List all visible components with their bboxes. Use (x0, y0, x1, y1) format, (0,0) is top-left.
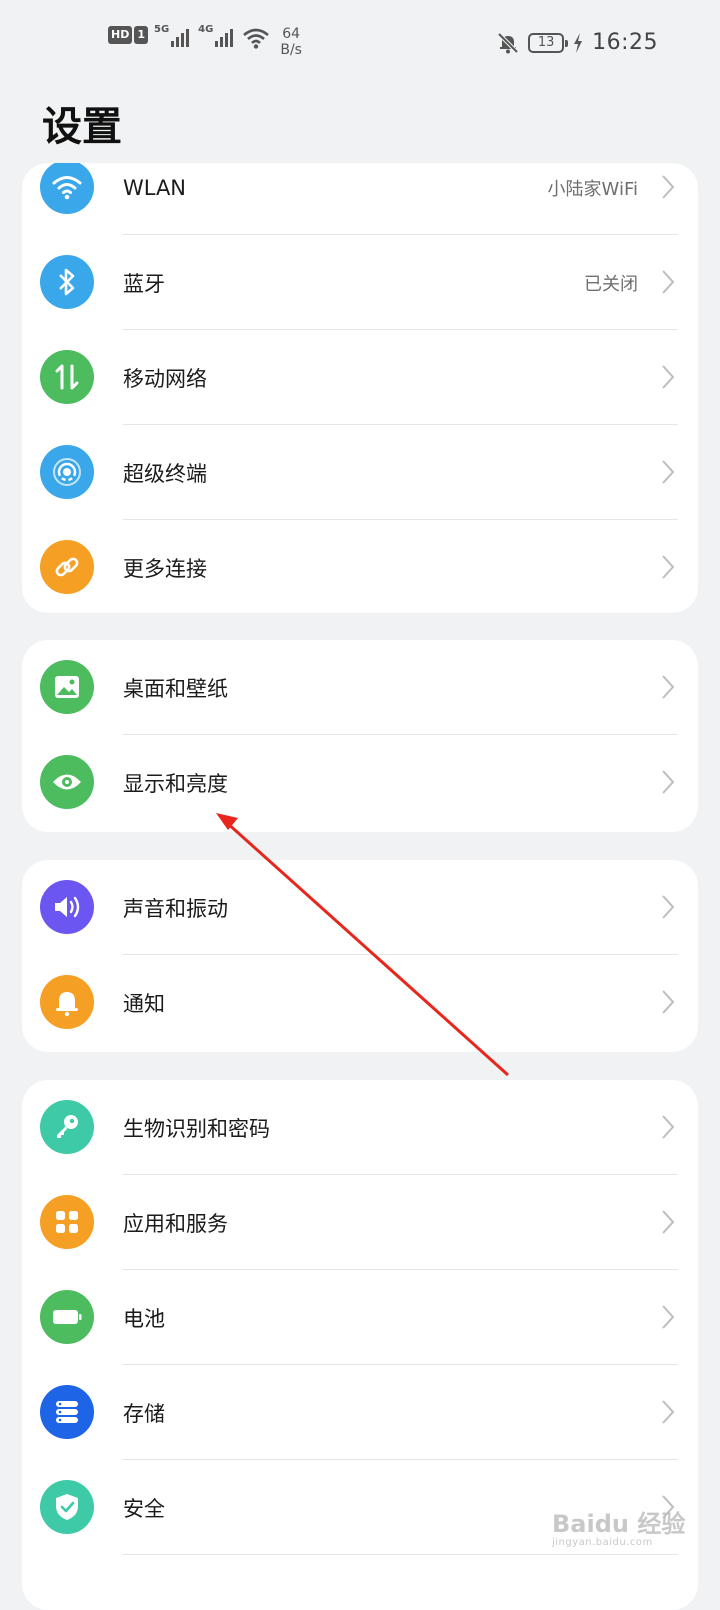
watermark-url: jingyan.baidu.com (552, 1537, 653, 1548)
settings-item-battery[interactable]: 电池 (22, 1270, 698, 1365)
divider (123, 1554, 678, 1555)
chevron-right-icon (662, 895, 675, 919)
chevron-right-icon (662, 365, 675, 389)
settings-item-label: 应用和服务 (123, 1211, 228, 1236)
wallpaper-icon (40, 660, 94, 714)
wifi-icon (40, 163, 94, 214)
link-icon (40, 540, 94, 594)
settings-item-label: 超级终端 (123, 461, 207, 486)
eye-icon (40, 755, 94, 809)
settings-item-label: 桌面和壁纸 (123, 676, 228, 701)
settings-item-label: 安全 (123, 1496, 165, 1521)
status-right: 13 16:25 (496, 30, 658, 55)
settings-item-label: 通知 (123, 991, 165, 1016)
settings-item-apps-services[interactable]: 应用和服务 (22, 1175, 698, 1270)
status-bar: HD 1 5G 4G 64 B/s 13 16:25 (0, 0, 720, 92)
chevron-right-icon (662, 175, 675, 199)
super-device-icon (40, 445, 94, 499)
settings-item-storage[interactable]: 存储 (22, 1365, 698, 1460)
settings-item-label: 蓝牙 (123, 271, 165, 296)
battery-indicator: 13 (528, 32, 569, 53)
settings-item-biometrics-password[interactable]: 生物识别和密码 (22, 1080, 698, 1175)
settings-item-label: 生物识别和密码 (123, 1116, 270, 1141)
signal-bars-icon (215, 29, 234, 47)
settings-item-label: 移动网络 (123, 366, 207, 391)
key-icon (40, 1100, 94, 1154)
page-title: 设置 (42, 104, 122, 150)
settings-item-notifications[interactable]: 通知 (22, 955, 698, 1050)
watermark-brand: Baidu 经验 (552, 1510, 686, 1538)
bluetooth-icon (40, 255, 94, 309)
chevron-right-icon (662, 1210, 675, 1234)
chevron-right-icon (662, 460, 675, 484)
signal-bars-icon (171, 29, 190, 47)
settings-item-sound-vibration[interactable]: 声音和振动 (22, 860, 698, 955)
mobile-network-icon (40, 350, 94, 404)
apps-icon (40, 1195, 94, 1249)
mute-bell-icon (497, 32, 519, 53)
wifi-status-icon (243, 28, 270, 49)
network-speed: 64 B/s (280, 26, 302, 58)
settings-item-label: 更多连接 (123, 556, 207, 581)
chevron-right-icon (662, 770, 675, 794)
status-left: HD 1 5G 4G 64 B/s (108, 24, 302, 58)
signal-4g: 4G (198, 24, 236, 48)
settings-item-label: 存储 (123, 1401, 165, 1426)
settings-item-value: 已关闭 (584, 273, 638, 295)
settings-item-bluetooth[interactable]: 蓝牙 已关闭 (22, 235, 698, 330)
settings-item-label: 声音和振动 (123, 896, 228, 921)
chevron-right-icon (662, 1115, 675, 1139)
hd-label: HD (108, 26, 133, 44)
storage-icon (40, 1385, 94, 1439)
settings-item-label: 显示和亮度 (123, 771, 228, 796)
chevron-right-icon (662, 555, 675, 579)
sim-label: 1 (134, 26, 148, 44)
settings-group-sound: 声音和振动 通知 (22, 860, 698, 1052)
chevron-right-icon (662, 270, 675, 294)
watermark: Baidu 经验 jingyan.baidu.com (552, 1504, 685, 1548)
settings-item-mobile-network[interactable]: 移动网络 (22, 330, 698, 425)
shield-icon (40, 1480, 94, 1534)
clock: 16:25 (592, 30, 658, 55)
settings-group-display: 桌面和壁纸 显示和亮度 (22, 640, 698, 832)
chevron-right-icon (662, 990, 675, 1014)
speaker-icon (40, 880, 94, 934)
chevron-right-icon (662, 1305, 675, 1329)
chevron-right-icon (662, 1400, 675, 1424)
settings-item-label: 电池 (123, 1306, 165, 1331)
signal-5g: 5G (154, 24, 192, 48)
settings-item-value: 小陆家WiFi (547, 178, 638, 200)
charging-icon (574, 32, 583, 53)
bell-icon (40, 975, 94, 1029)
settings-item-label: WLAN (123, 175, 187, 200)
settings-item-super-device[interactable]: 超级终端 (22, 425, 698, 520)
chevron-right-icon (662, 675, 675, 699)
battery-icon (40, 1290, 94, 1344)
settings-item-wlan[interactable]: WLAN 小陆家WiFi (22, 163, 698, 235)
settings-group-connectivity: WLAN 小陆家WiFi 蓝牙 已关闭 移动网络 超级终端 更多连接 (22, 163, 698, 613)
hd-badge: HD 1 (108, 26, 148, 44)
settings-item-more-connections[interactable]: 更多连接 (22, 520, 698, 613)
settings-item-display-brightness[interactable]: 显示和亮度 (22, 735, 698, 830)
settings-item-wallpaper[interactable]: 桌面和壁纸 (22, 640, 698, 735)
